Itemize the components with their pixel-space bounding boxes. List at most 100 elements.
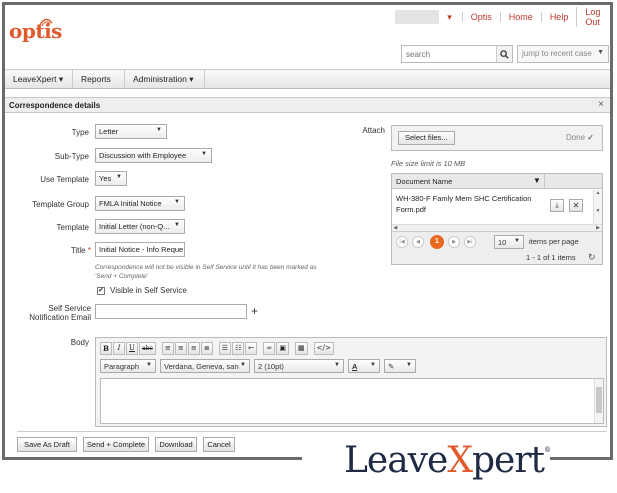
nav-leavexpert[interactable]: LeaveXpert ▾ bbox=[5, 70, 73, 88]
dialog-titlebar: Correspondence details × bbox=[5, 97, 610, 113]
rich-text-editor: B I U abc ≡ ≡ ≡ ≣ ☰ ☷ ⇤ ∞ ▣ ▦ </> Paragr… bbox=[95, 337, 607, 427]
documents-grid: Document Name ▼ WH-380-F Famly Mem SHC C… bbox=[391, 173, 603, 265]
table-icon[interactable]: ▦ bbox=[294, 342, 308, 355]
column-document-name[interactable]: Document Name bbox=[396, 177, 452, 186]
file-size-limit: File size limit is 10 MB bbox=[391, 159, 466, 168]
page-size-select[interactable]: 10 ▼ bbox=[494, 235, 524, 249]
delete-icon[interactable]: ✕ bbox=[569, 199, 583, 212]
caret-down-icon: ▼ bbox=[406, 362, 412, 368]
nav-reports[interactable]: Reports bbox=[73, 70, 125, 88]
font-size-select[interactable]: 2 (10pt) ▼ bbox=[254, 359, 344, 373]
format-select[interactable]: Paragraph ▼ bbox=[100, 359, 156, 373]
outdent-icon[interactable]: ⇤ bbox=[245, 342, 258, 355]
highlight-icon: ✎ bbox=[388, 362, 395, 371]
italic-button[interactable]: I bbox=[113, 342, 125, 355]
title-input[interactable]: Initial Notice - Info Reque bbox=[95, 242, 185, 257]
footer-divider bbox=[17, 431, 607, 432]
add-email-icon[interactable]: + bbox=[251, 304, 258, 318]
caret-down-icon[interactable]: ▾ bbox=[447, 12, 452, 23]
bullet-list-icon[interactable]: ☰ bbox=[218, 342, 232, 355]
caret-down-icon: ▼ bbox=[334, 362, 340, 368]
search-input[interactable] bbox=[402, 46, 494, 62]
body-label: Body bbox=[70, 338, 89, 347]
underline-button[interactable]: U bbox=[126, 342, 138, 355]
vertical-scrollbar[interactable]: ▲ ▼ bbox=[593, 190, 602, 224]
bold-button[interactable]: B bbox=[100, 342, 112, 355]
font-select[interactable]: Verdana, Geneva, san ▼ bbox=[160, 359, 250, 373]
use-template-select[interactable]: Yes ▼ bbox=[95, 171, 127, 186]
check-icon: ✓ bbox=[587, 133, 594, 142]
prev-page-icon[interactable]: ◀ bbox=[412, 236, 424, 248]
template-group-label: Template Group bbox=[32, 200, 89, 209]
app-window: ▾ Optis Home Help Log Out optis jump to … bbox=[2, 2, 613, 460]
main-navigation: LeaveXpert ▾ Reports Administration ▾ bbox=[5, 69, 610, 89]
logo-text: optis bbox=[9, 19, 62, 43]
background-color-picker[interactable]: ✎ ▼ bbox=[384, 359, 416, 373]
use-template-label: Use Template bbox=[40, 175, 89, 184]
pager: |◀ ◀ 1 ▶ ▶| 10 ▼ items per page 1 - 1 of … bbox=[392, 231, 602, 264]
column-divider bbox=[544, 174, 545, 189]
close-icon[interactable]: × bbox=[598, 99, 604, 110]
home-link[interactable]: Home bbox=[499, 12, 541, 22]
header: ▾ Optis Home Help Log Out optis jump to … bbox=[5, 5, 610, 69]
nav-administration[interactable]: Administration ▾ bbox=[125, 70, 205, 88]
download-icon[interactable]: ⤓ bbox=[550, 199, 564, 212]
recent-case-dropdown[interactable]: jump to recent case ▼ bbox=[517, 45, 609, 63]
save-draft-button[interactable]: Save As Draft bbox=[17, 437, 77, 452]
align-center-icon[interactable]: ≡ bbox=[174, 342, 187, 355]
body-content-area[interactable] bbox=[100, 378, 604, 424]
current-page[interactable]: 1 bbox=[430, 235, 444, 249]
download-button[interactable]: Download bbox=[155, 437, 197, 452]
notification-email-input[interactable] bbox=[95, 304, 247, 319]
align-right-icon[interactable]: ≡ bbox=[187, 342, 200, 355]
logo-swoosh-icon bbox=[39, 18, 53, 27]
font-color-icon: A bbox=[352, 362, 358, 371]
user-menu[interactable]: Optis bbox=[461, 12, 500, 22]
link-icon[interactable]: ∞ bbox=[263, 342, 276, 355]
filter-icon[interactable]: ▼ bbox=[533, 176, 541, 185]
font-color-picker[interactable]: A ▼ bbox=[348, 359, 380, 373]
numbered-list-icon[interactable]: ☷ bbox=[232, 342, 245, 355]
upload-status: Done ✓ bbox=[565, 133, 594, 142]
editor-scrollbar[interactable] bbox=[594, 379, 603, 423]
frame-border bbox=[2, 457, 302, 460]
template-label: Template bbox=[56, 223, 89, 232]
align-left-icon[interactable]: ≡ bbox=[161, 342, 174, 355]
strikethrough-button[interactable]: abc bbox=[139, 342, 156, 355]
template-group-select[interactable]: FMLA Initial Notice ▼ bbox=[95, 196, 185, 211]
cancel-button[interactable]: Cancel bbox=[203, 437, 235, 452]
grid-header: Document Name ▼ bbox=[392, 174, 602, 189]
caret-down-icon: ▼ bbox=[146, 362, 152, 368]
refresh-icon[interactable]: ↻ bbox=[588, 252, 596, 263]
template-select[interactable]: Initial Letter (non-Q... ▼ bbox=[95, 219, 185, 234]
leavexpert-logo: LeaveXpert® bbox=[344, 440, 551, 481]
editor-toolbar-row1: B I U abc ≡ ≡ ≡ ≣ ☰ ☷ ⇤ ∞ ▣ ▦ </> bbox=[100, 342, 335, 357]
items-per-page-label: items per page bbox=[529, 237, 579, 246]
first-page-icon[interactable]: |◀ bbox=[396, 236, 408, 248]
next-page-icon[interactable]: ▶ bbox=[448, 236, 460, 248]
horizontal-scrollbar[interactable]: ◀ ▶ bbox=[392, 224, 602, 231]
select-files-button[interactable]: Select files... bbox=[398, 131, 455, 145]
last-page-icon[interactable]: ▶| bbox=[464, 236, 476, 248]
align-justify-icon[interactable]: ≣ bbox=[200, 342, 213, 355]
subtype-select[interactable]: Discussion with Employee ▼ bbox=[95, 148, 212, 163]
caret-down-icon: ▼ bbox=[174, 199, 180, 205]
visibility-note: Correspondence will not be visible in Se… bbox=[95, 264, 317, 280]
optis-logo[interactable]: optis bbox=[9, 18, 62, 43]
notification-email-label: Self Service Notification Email bbox=[29, 304, 91, 322]
caret-down-icon: ▼ bbox=[370, 362, 376, 368]
search-button[interactable] bbox=[496, 46, 512, 62]
image-icon[interactable]: ▣ bbox=[276, 342, 289, 355]
caret-down-icon: ▼ bbox=[597, 49, 604, 56]
visible-self-service-checkbox[interactable]: ✔ Visible in Self Service bbox=[97, 286, 187, 295]
logout-link[interactable]: Log Out bbox=[576, 7, 610, 27]
help-link[interactable]: Help bbox=[540, 12, 577, 22]
caret-down-icon: ▼ bbox=[240, 362, 246, 368]
type-select[interactable]: Letter ▼ bbox=[95, 124, 167, 139]
send-complete-button[interactable]: Send + Complete bbox=[83, 437, 149, 452]
scrollbar-thumb[interactable] bbox=[596, 387, 602, 413]
view-source-button[interactable]: </> bbox=[313, 342, 334, 355]
caret-down-icon: ▼ bbox=[201, 151, 207, 157]
caret-down-icon: ▼ bbox=[514, 238, 520, 244]
search-icon bbox=[500, 49, 509, 59]
